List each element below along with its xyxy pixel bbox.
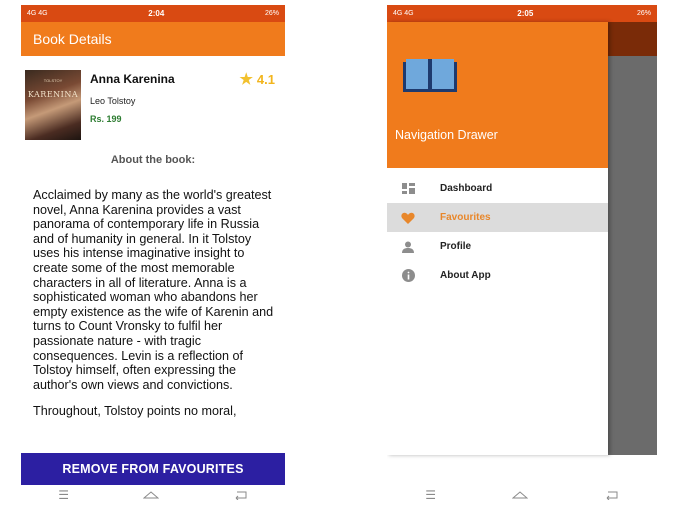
system-nav-bar: ☰	[21, 485, 285, 505]
navigation-drawer-screen: 4G 4G 2:05 26% Navigation Drawer Dashboa…	[387, 5, 657, 505]
description-paragraph: Throughout, Tolstoy points no moral,	[33, 404, 237, 419]
signal-indicator: 4G 4G	[393, 10, 414, 17]
drawer-item-about-app[interactable]: About App	[387, 261, 608, 290]
description-paragraph: Acclaimed by many as the world's greates…	[33, 188, 274, 392]
book-details-screen: 4G 4G 2:04 26% Book Details TOLSTOY KARE…	[21, 5, 285, 505]
info-icon	[401, 269, 415, 283]
drawer-item-label: Dashboard	[440, 183, 493, 194]
battery-indicator: 26%	[636, 10, 651, 17]
drawer-item-favourites[interactable]: Favourites	[387, 203, 608, 232]
back-icon[interactable]	[605, 490, 619, 500]
book-description: Acclaimed by many as the world's greates…	[33, 188, 277, 431]
remove-from-favourites-button[interactable]: REMOVE FROM FAVOURITES	[21, 453, 285, 485]
status-time: 2:05	[517, 9, 534, 18]
heart-icon	[401, 211, 415, 225]
drawer-item-label: Profile	[440, 241, 472, 252]
drawer-item-label: Favourites	[440, 212, 491, 223]
book-card: TOLSTOY KARENINA Anna Karenina Leo Tolst…	[21, 56, 285, 140]
home-icon[interactable]	[143, 490, 160, 500]
system-nav-bar: ☰	[387, 485, 657, 505]
menu-icon[interactable]: ☰	[58, 488, 69, 502]
book-author: Leo Tolstoy	[90, 96, 136, 106]
book-price: Rs. 199	[90, 114, 122, 124]
status-bar: 4G 4G 2:05 26%	[387, 5, 657, 22]
signal-indicator: 4G 4G	[27, 10, 48, 17]
dashboard-icon	[401, 182, 415, 196]
star-icon: ★	[239, 71, 253, 88]
page-title: Book Details	[33, 31, 112, 47]
cover-author: TOLSTOY	[43, 78, 63, 83]
book-icon	[403, 59, 457, 92]
back-icon[interactable]	[234, 490, 248, 500]
book-rating: ★ 4.1	[239, 70, 275, 88]
status-time: 2:04	[148, 9, 165, 18]
drawer-header: Navigation Drawer	[387, 22, 608, 168]
navigation-drawer: Navigation Drawer Dashboard Favourites P…	[387, 22, 608, 455]
drawer-item-dashboard[interactable]: Dashboard	[387, 174, 608, 203]
battery-indicator: 26%	[264, 10, 279, 17]
book-title: Anna Karenina	[90, 72, 175, 86]
book-cover-image: TOLSTOY KARENINA	[25, 70, 81, 140]
status-bar: 4G 4G 2:04 26%	[21, 5, 285, 22]
person-icon	[401, 240, 415, 254]
drawer-title: Navigation Drawer	[395, 128, 498, 142]
drawer-item-label: About App	[440, 270, 491, 281]
about-heading: About the book:	[110, 154, 196, 166]
rating-value: 4.1	[256, 71, 275, 87]
home-icon[interactable]	[512, 490, 529, 500]
drawer-item-profile[interactable]: Profile	[387, 232, 608, 261]
cover-title: KARENINA	[27, 90, 79, 99]
app-bar: Book Details	[21, 22, 285, 56]
menu-icon[interactable]: ☰	[425, 488, 436, 502]
